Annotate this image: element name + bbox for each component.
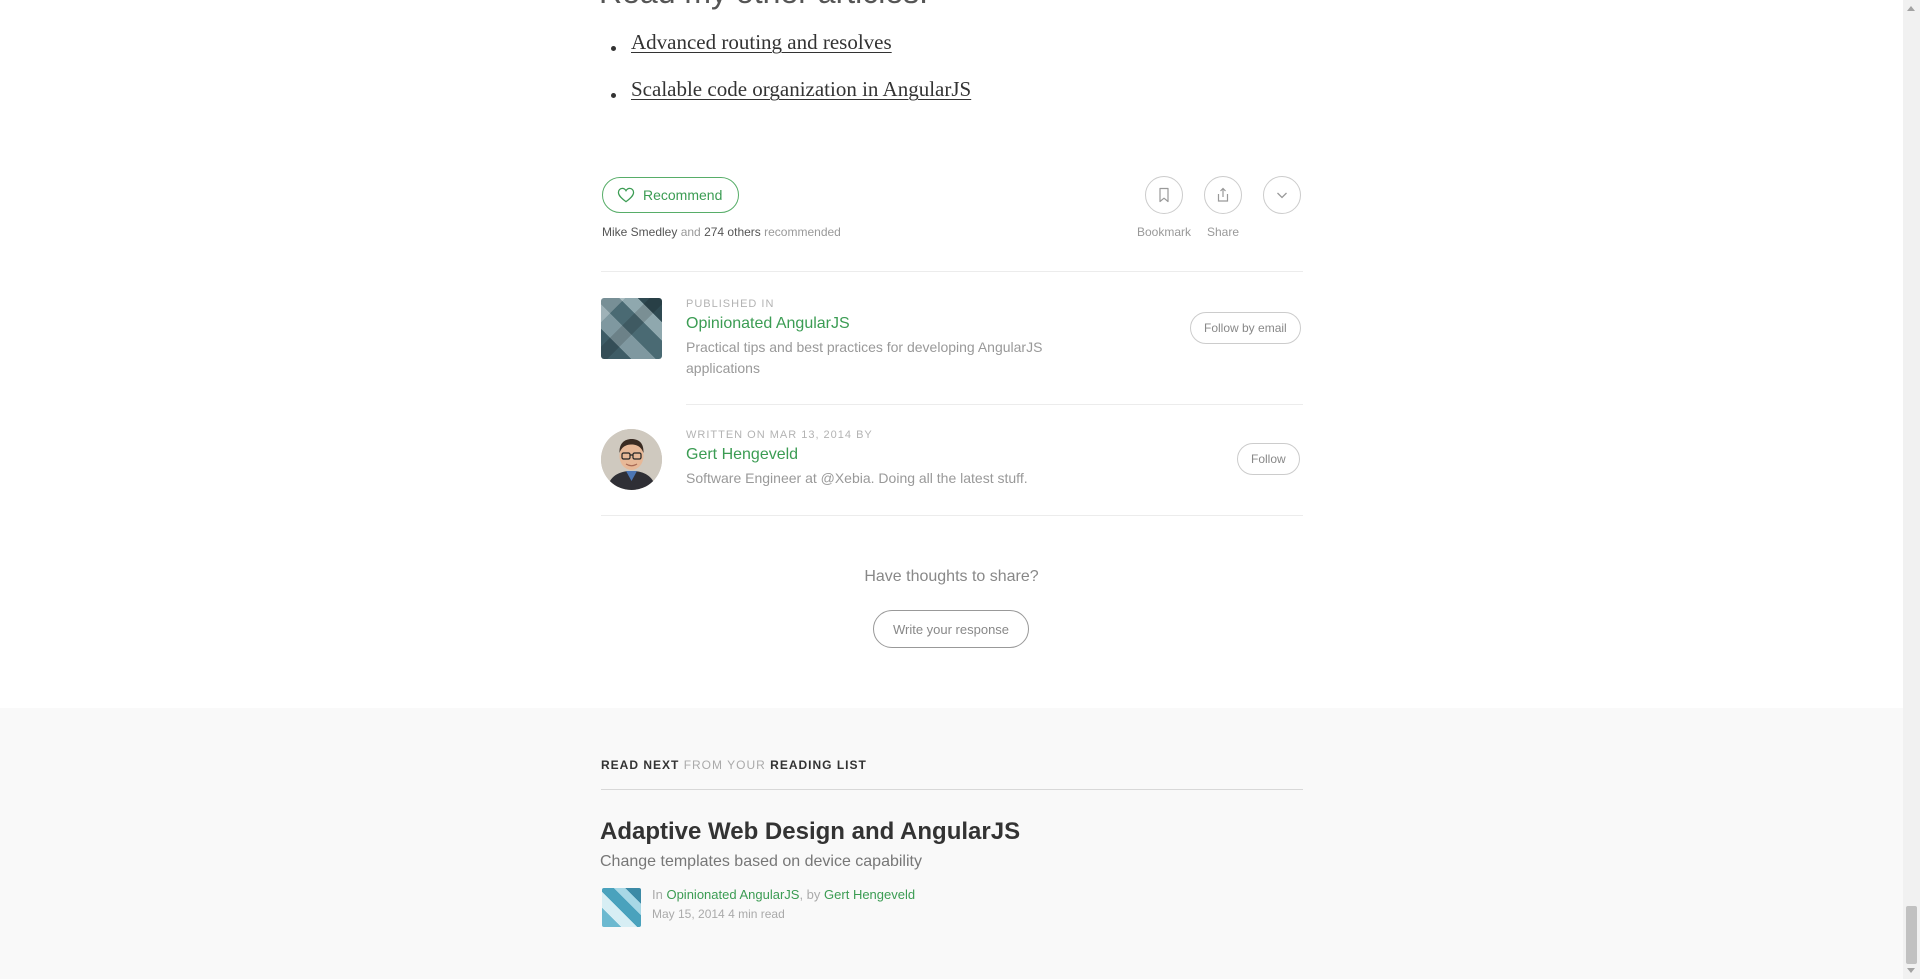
list-item: Scalable code organization in AngularJS xyxy=(611,77,971,124)
read-next-in-prefix: In xyxy=(652,887,663,902)
author-name-link[interactable]: Gert Hengeveld xyxy=(686,446,798,464)
vertical-scrollbar[interactable] xyxy=(1903,0,1920,979)
share-label: Share xyxy=(1206,225,1240,239)
read-next-publication-thumbnail[interactable] xyxy=(602,888,641,927)
publication-thumbnail[interactable] xyxy=(601,298,662,359)
bookmark-label: Bookmark xyxy=(1136,225,1192,239)
read-next-label: READ NEXT FROM YOUR READING LIST xyxy=(601,758,867,772)
read-next-title[interactable]: Adaptive Web Design and AngularJS xyxy=(600,818,1020,846)
divider xyxy=(601,271,1303,272)
read-next-read-time: 4 min read xyxy=(728,907,785,921)
publication-name-link[interactable]: Opinionated AngularJS xyxy=(686,315,850,333)
follow-by-email-button[interactable]: Follow by email xyxy=(1190,312,1301,344)
share-icon xyxy=(1217,187,1229,202)
more-options-button[interactable] xyxy=(1263,176,1301,214)
author-avatar[interactable] xyxy=(601,429,662,490)
publication-description: Practical tips and best practices for de… xyxy=(686,339,1043,376)
read-next-publication-link[interactable]: Opinionated AngularJS xyxy=(666,887,799,902)
divider xyxy=(601,515,1303,516)
scrollbar-thumb[interactable] xyxy=(1906,906,1917,964)
scroll-up-arrow-icon[interactable] xyxy=(1907,6,1915,11)
share-button[interactable] xyxy=(1204,176,1242,214)
recommend-label: Recommend xyxy=(643,187,723,203)
recommend-button[interactable]: Recommend xyxy=(602,177,740,213)
recommenders-suffix: recommended xyxy=(764,225,841,239)
article-link-routing[interactable]: Advanced routing and resolves xyxy=(631,30,892,54)
recommender-name[interactable]: Mike Smedley xyxy=(602,225,677,239)
recommenders-and: and xyxy=(680,225,701,239)
author-portrait xyxy=(601,429,662,490)
read-next-part3: READING LIST xyxy=(770,758,867,772)
written-on-label: WRITTEN ON MAR 13, 2014 BY xyxy=(686,429,873,441)
author-bio: Software Engineer at @Xebia. Doing all t… xyxy=(686,470,1028,486)
recommenders-count[interactable]: 274 others xyxy=(704,225,761,239)
write-response-button[interactable]: Write your response xyxy=(873,610,1029,648)
bookmark-button[interactable] xyxy=(1145,176,1183,214)
read-next-subtitle[interactable]: Change templates based on device capabil… xyxy=(600,853,922,871)
read-next-author-link[interactable]: Gert Hengeveld xyxy=(824,887,915,902)
follow-author-button[interactable]: Follow xyxy=(1237,443,1300,475)
responses-prompt: Have thoughts to share? xyxy=(864,568,1039,585)
divider xyxy=(601,789,1303,790)
read-next-meta: In Opinionated AngularJS, by Gert Hengev… xyxy=(652,887,915,902)
scroll-down-arrow-icon[interactable] xyxy=(1907,968,1915,973)
article-page: Read my other articles: Advanced routing… xyxy=(0,0,1903,979)
other-articles-heading: Read my other articles: xyxy=(599,0,928,11)
read-next-part2: FROM YOUR xyxy=(683,758,766,772)
list-item: Advanced routing and resolves xyxy=(611,30,971,77)
read-next-part1: READ NEXT xyxy=(601,758,680,772)
divider xyxy=(686,404,1303,405)
read-next-date: May 15, 2014 xyxy=(652,907,725,921)
bookmark-icon xyxy=(1159,187,1169,203)
heart-icon xyxy=(617,187,635,203)
article-link-code-organization[interactable]: Scalable code organization in AngularJS xyxy=(631,77,971,101)
other-articles-list: Advanced routing and resolves Scalable c… xyxy=(611,30,971,124)
chevron-down-icon xyxy=(1277,192,1287,199)
recommenders-line: Mike Smedley and 274 others recommended xyxy=(602,225,841,239)
published-in-label: PUBLISHED IN xyxy=(686,298,775,310)
read-next-date-line: May 15, 2014 4 min read xyxy=(652,907,785,921)
read-next-by-prefix: , by xyxy=(799,887,821,902)
